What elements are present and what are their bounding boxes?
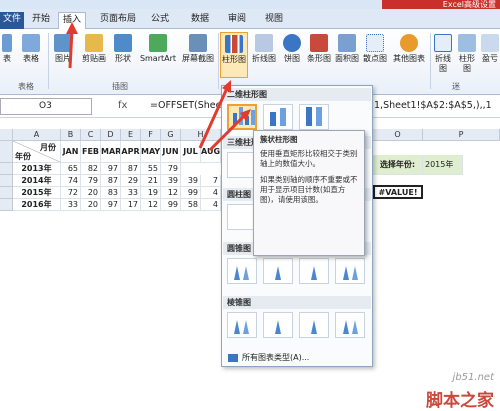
arrow-head [66,22,78,34]
annotation-arrows [66,22,251,152]
arrow-line [68,29,74,69]
watermark-url: jb51.net [452,372,494,383]
arrow-line [208,112,248,152]
arrow-line [198,85,230,149]
watermark-brand: 脚本之家 [426,391,494,411]
